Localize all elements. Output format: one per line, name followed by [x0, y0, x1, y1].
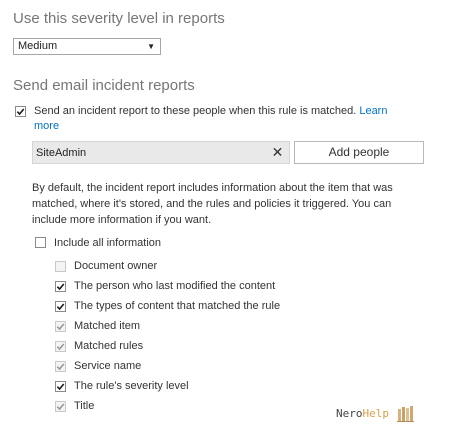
send-report-checkbox[interactable] — [15, 106, 26, 117]
include-all-label: Include all information — [54, 237, 162, 249]
send-report-label: Send an incident report to these people … — [34, 105, 388, 117]
report-option-checkbox[interactable] — [55, 281, 66, 292]
report-option-label: The types of content that matched the ru… — [74, 300, 281, 312]
severity-section-title: Use this severity level in reports — [13, 10, 225, 27]
description-line: include more information if you want. — [32, 214, 212, 226]
severity-select[interactable]: Medium ▼ — [13, 38, 161, 55]
watermark: NeroHelp — [336, 403, 416, 423]
books-icon — [396, 406, 414, 422]
report-option-checkbox — [55, 341, 66, 352]
report-option-label: Matched rules — [74, 340, 144, 352]
report-option-checkbox — [55, 401, 66, 412]
report-option-checkbox — [55, 321, 66, 332]
people-picker-value: SiteAdmin — [36, 147, 87, 159]
report-option-label: Document owner — [74, 260, 158, 272]
add-people-button[interactable]: Add people — [294, 141, 424, 164]
report-option-label: The person who last modified the content — [74, 280, 276, 292]
include-all-checkbox[interactable] — [35, 237, 46, 248]
watermark-part1: Nero — [336, 407, 363, 420]
watermark-part2: Help — [362, 407, 390, 420]
report-option-checkbox[interactable] — [55, 381, 66, 392]
description-line: matched, where it's stored, and the rule… — [32, 198, 392, 210]
chevron-down-icon: ▼ — [147, 42, 155, 51]
email-section-title: Send email incident reports — [13, 77, 195, 94]
learn-more-link-continued[interactable]: more — [34, 120, 59, 133]
remove-person-icon[interactable]: ✕ — [266, 142, 289, 163]
description-line: By default, the incident report includes… — [32, 182, 393, 194]
report-option-label: The rule's severity level — [74, 380, 189, 392]
report-option-label: Title — [74, 400, 95, 412]
report-option-checkbox — [55, 361, 66, 372]
report-option-checkbox[interactable] — [55, 301, 66, 312]
incident-report-description: By default, the incident report includes… — [32, 180, 432, 228]
report-option-checkbox — [55, 261, 66, 272]
learn-more-link[interactable]: Learn — [359, 105, 387, 117]
severity-selected-value: Medium — [18, 40, 58, 52]
report-option-label: Service name — [74, 360, 142, 372]
report-option-label: Matched item — [74, 320, 141, 332]
